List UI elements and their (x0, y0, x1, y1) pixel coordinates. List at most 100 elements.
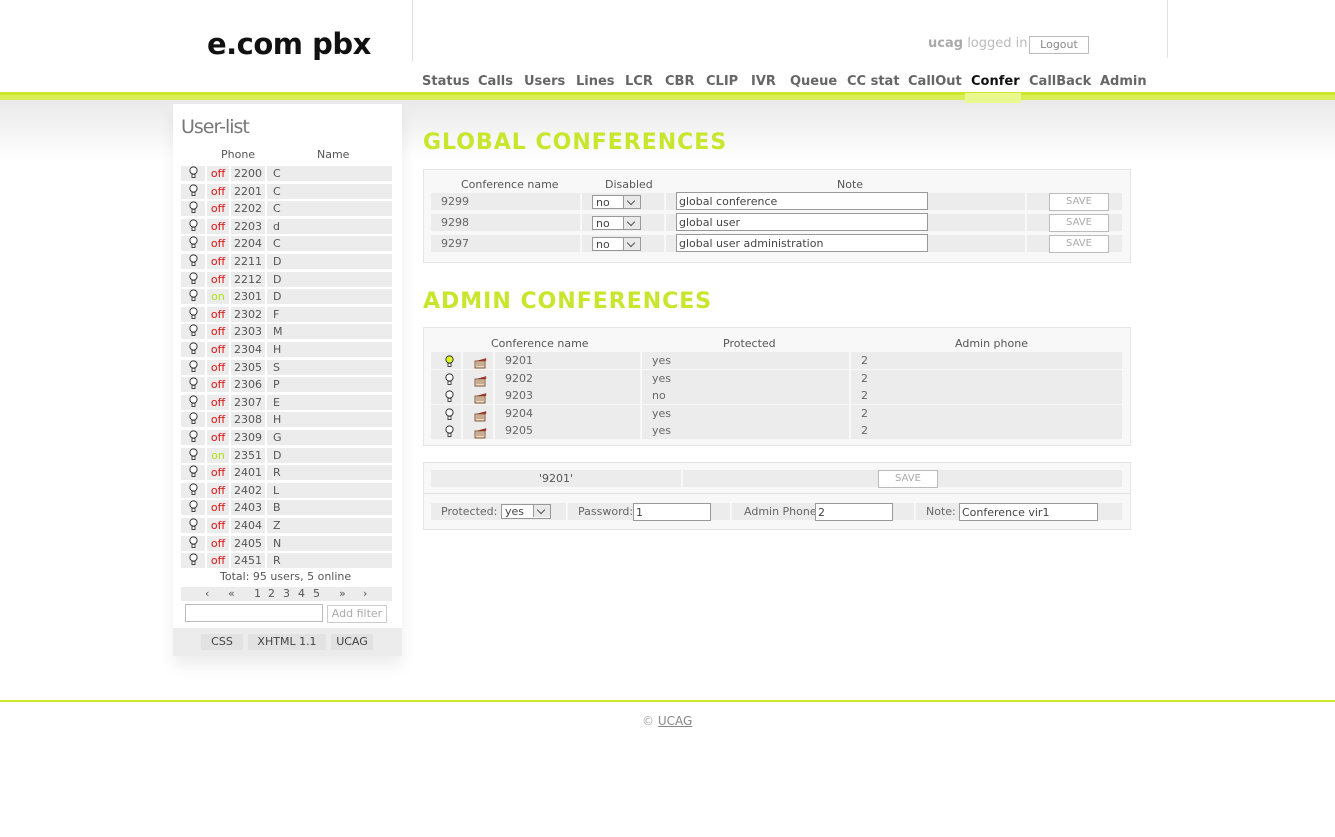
bulb-icon[interactable] (188, 535, 198, 549)
user-phone[interactable]: 2201 (231, 183, 265, 199)
user-phone[interactable]: 2301 (231, 289, 265, 305)
user-row[interactable]: off 2304 H (181, 342, 392, 357)
user-phone[interactable]: 2211 (231, 254, 265, 269)
user-phone[interactable]: 2212 (231, 271, 265, 287)
note-input[interactable]: global conference (676, 192, 928, 210)
nav-status[interactable]: Status (422, 74, 470, 89)
disabled-select[interactable]: no (592, 216, 641, 230)
user-row[interactable]: off 2308 H (181, 412, 392, 428)
bulb-icon[interactable] (188, 236, 198, 249)
user-row[interactable]: off 2302 F (181, 306, 392, 322)
nav-lcr[interactable]: LCR (625, 74, 653, 89)
bulb-icon[interactable] (445, 423, 454, 442)
user-phone[interactable]: 2309 (231, 430, 265, 445)
pager-page-3[interactable]: 3 (283, 587, 290, 601)
bulb-icon[interactable] (188, 412, 198, 425)
xhtml-link[interactable]: XHTML 1.1 (248, 634, 326, 650)
nav-lines[interactable]: Lines (576, 74, 615, 89)
bulb-icon[interactable] (188, 271, 198, 285)
user-row[interactable]: off 2200 C (181, 166, 392, 181)
user-row[interactable]: off 2401 R (181, 465, 392, 481)
bulb-icon[interactable] (188, 342, 198, 355)
note-input[interactable]: global user administration (676, 234, 928, 252)
nav-queue[interactable]: Queue (790, 74, 837, 89)
user-row[interactable]: off 2404 Z (181, 518, 392, 533)
user-row[interactable]: on 2301 D (181, 289, 392, 305)
user-phone[interactable]: 2204 (231, 236, 265, 252)
user-phone[interactable]: 2302 (231, 306, 265, 322)
user-row[interactable]: off 2402 L (181, 482, 392, 498)
admin-conference-name[interactable]: 9204 (495, 404, 640, 422)
css-link[interactable]: CSS (201, 634, 243, 650)
user-row[interactable]: off 2303 M (181, 324, 392, 340)
pager-last[interactable]: » (339, 587, 346, 601)
user-row[interactable]: off 2201 C (181, 183, 392, 199)
user-row[interactable]: off 2211 D (181, 254, 392, 269)
user-phone[interactable]: 2451 (231, 553, 265, 569)
user-row[interactable]: off 2212 D (181, 271, 392, 287)
admin-conference-name[interactable]: 9201 (495, 352, 640, 369)
bulb-icon[interactable] (188, 201, 198, 214)
admin-phone-input[interactable]: 2 (815, 503, 893, 521)
save-button[interactable]: SAVE (1049, 235, 1109, 253)
pager-page-1[interactable]: 1 (254, 587, 261, 601)
bulb-icon[interactable] (188, 219, 198, 232)
bulb-icon[interactable] (188, 500, 198, 513)
pager-next[interactable]: › (363, 587, 367, 601)
disabled-select[interactable]: no (592, 195, 641, 209)
user-phone[interactable]: 2402 (231, 482, 265, 498)
save-button[interactable]: SAVE (1049, 193, 1109, 211)
user-row[interactable]: off 2204 C (181, 236, 392, 252)
user-phone[interactable]: 2200 (231, 166, 265, 181)
bulb-icon[interactable] (188, 553, 198, 566)
admin-conference-name[interactable]: 9205 (495, 422, 640, 440)
filter-input[interactable] (185, 604, 323, 622)
pager-prev[interactable]: ‹ (205, 587, 209, 601)
bulb-icon[interactable] (188, 166, 198, 179)
user-phone[interactable]: 2203 (231, 218, 265, 234)
bulb-icon[interactable] (188, 359, 198, 373)
note-input[interactable]: global user (676, 213, 928, 231)
user-row[interactable]: off 2305 S (181, 359, 392, 375)
bulb-icon[interactable] (188, 430, 198, 443)
bulb-icon[interactable] (188, 183, 198, 197)
note-input[interactable]: Conference vir1 (959, 503, 1098, 521)
nav-cbr[interactable]: CBR (665, 74, 694, 89)
protected-select[interactable]: yes (501, 504, 551, 519)
bulb-icon[interactable] (188, 289, 198, 302)
user-row[interactable]: off 2403 B (181, 500, 392, 516)
user-row[interactable]: off 2202 C (181, 201, 392, 217)
user-phone[interactable]: 2403 (231, 500, 265, 516)
pager-page-2[interactable]: 2 (268, 587, 275, 601)
bulb-icon[interactable] (188, 518, 198, 531)
pager-page-5[interactable]: 5 (313, 587, 320, 601)
bulb-icon[interactable] (188, 447, 198, 461)
user-phone[interactable]: 2351 (231, 447, 265, 463)
user-phone[interactable]: 2401 (231, 465, 265, 481)
edit-save-button[interactable]: SAVE (878, 470, 938, 488)
pager-page-4[interactable]: 4 (298, 587, 305, 601)
user-row[interactable]: on 2351 D (181, 447, 392, 463)
nav-cc-stat[interactable]: CC stat (847, 74, 900, 89)
bulb-icon[interactable] (188, 483, 198, 496)
user-phone[interactable]: 2306 (231, 377, 265, 393)
admin-conference-name[interactable]: 9203 (495, 387, 640, 405)
user-row[interactable]: off 2306 P (181, 377, 392, 393)
logout-button[interactable]: Logout (1029, 36, 1089, 54)
user-phone[interactable]: 2303 (231, 324, 265, 340)
user-row[interactable]: off 2203 d (181, 218, 392, 234)
bulb-icon[interactable] (188, 377, 198, 390)
nav-users[interactable]: Users (524, 74, 565, 89)
user-phone[interactable]: 2304 (231, 342, 265, 357)
bulb-icon[interactable] (188, 254, 198, 267)
user-phone[interactable]: 2305 (231, 359, 265, 375)
user-row[interactable]: off 2307 E (181, 394, 392, 410)
user-phone[interactable]: 2307 (231, 394, 265, 410)
pager-first[interactable]: « (228, 587, 235, 601)
user-phone[interactable]: 2202 (231, 201, 265, 217)
nav-calls[interactable]: Calls (478, 74, 513, 89)
save-button[interactable]: SAVE (1049, 214, 1109, 232)
user-phone[interactable]: 2308 (231, 412, 265, 428)
bulb-icon[interactable] (188, 395, 198, 408)
user-phone[interactable]: 2404 (231, 518, 265, 533)
